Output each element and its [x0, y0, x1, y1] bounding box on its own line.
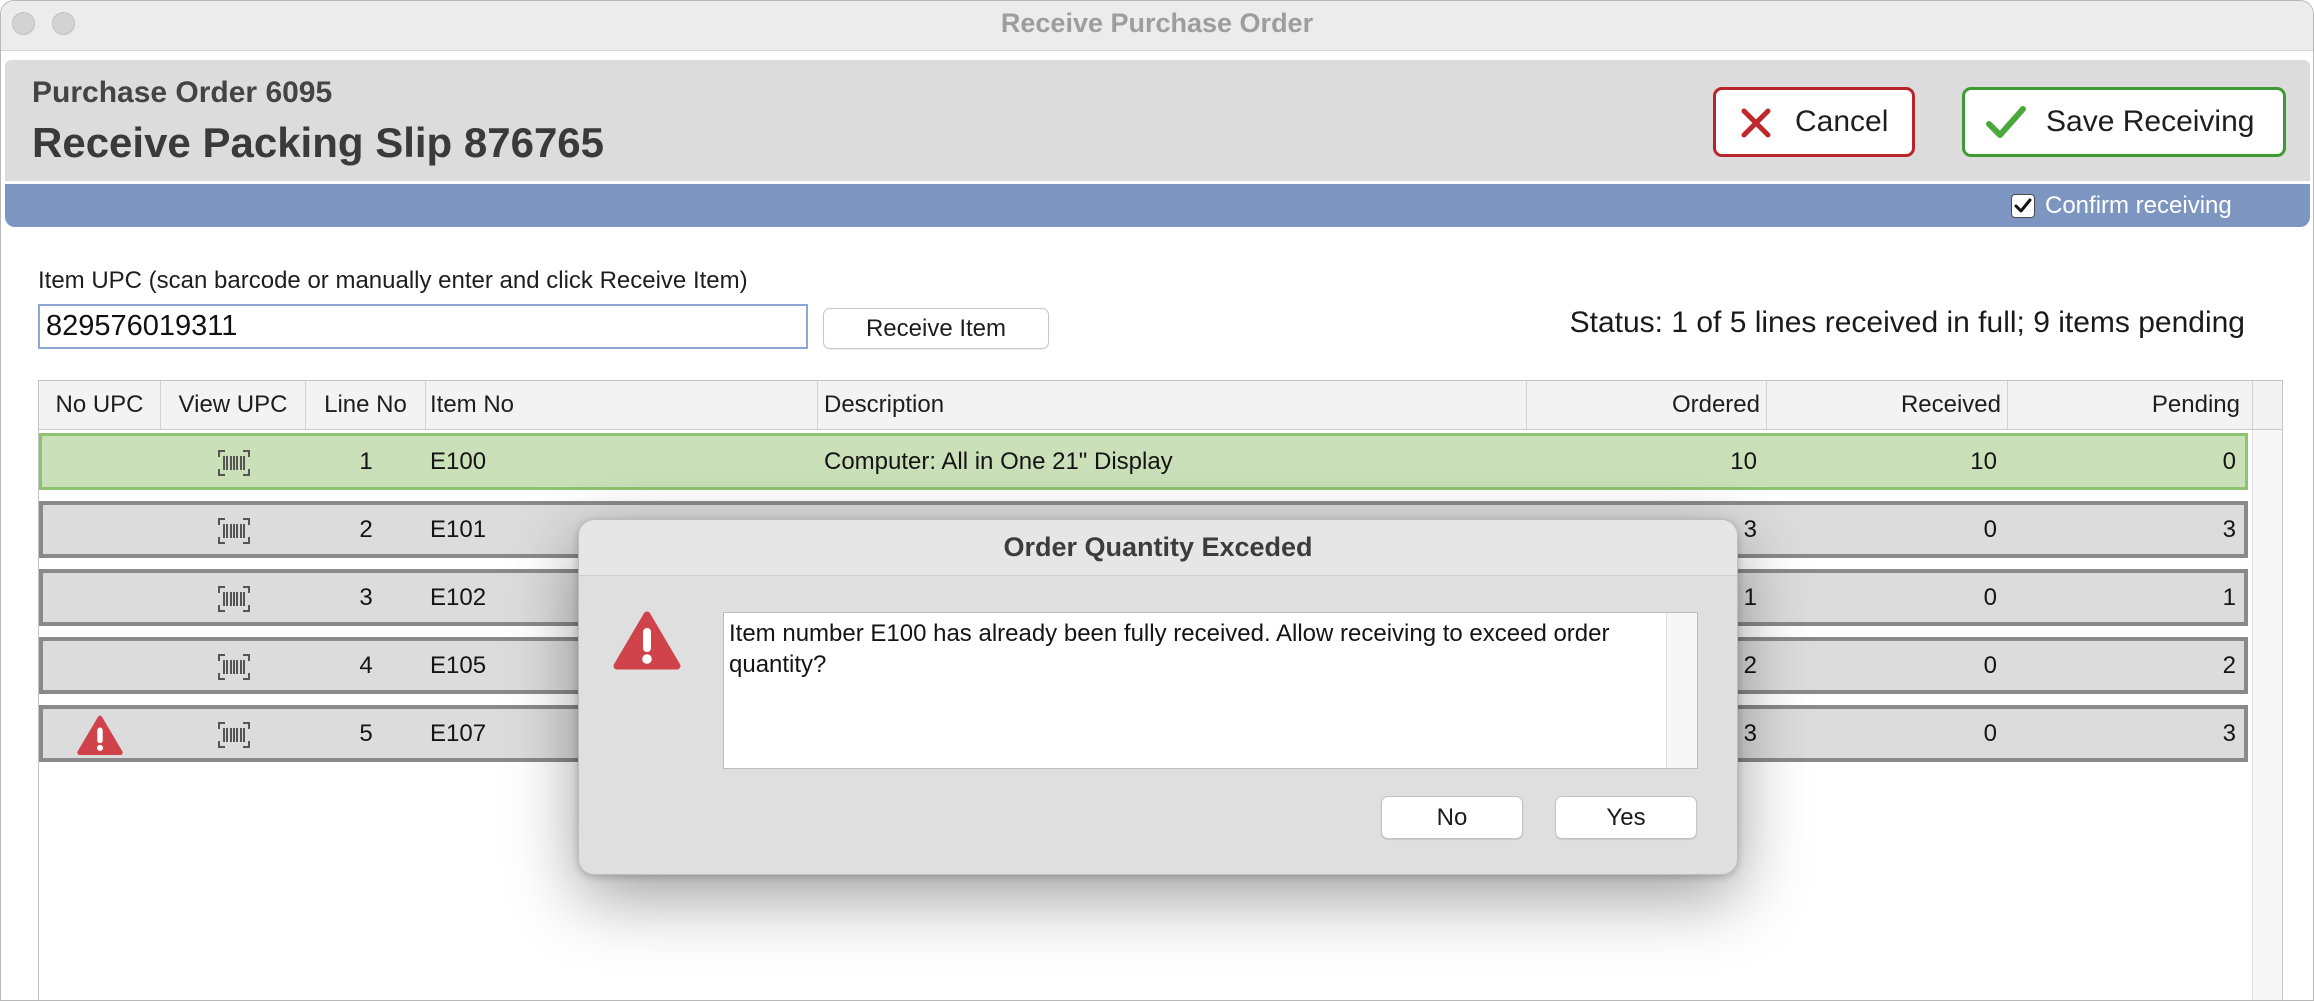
confirm-receiving-checkbox[interactable]: [2011, 194, 2035, 218]
yes-button[interactable]: Yes: [1555, 796, 1697, 839]
column-header-description[interactable]: Description: [818, 381, 1527, 429]
barcode-icon[interactable]: [217, 585, 250, 612]
no-button[interactable]: No: [1381, 796, 1523, 839]
window-titlebar: Receive Purchase Order: [1, 1, 2313, 51]
barcode-icon[interactable]: [217, 721, 250, 748]
view-upc-cell[interactable]: [161, 637, 306, 694]
item-upc-label: Item UPC (scan barcode or manually enter…: [38, 267, 748, 294]
line-no-cell: 5: [359, 720, 373, 747]
view-upc-cell[interactable]: [161, 569, 306, 626]
column-header-line-no[interactable]: Line No: [306, 381, 426, 429]
pending-cell: 3: [2222, 516, 2236, 543]
receiving-status: Status: 1 of 5 lines received in full; 9…: [1569, 306, 2245, 339]
no-upc-cell: [39, 705, 161, 762]
checkmark-icon: [1985, 103, 2027, 149]
received-cell: 0: [1983, 652, 1997, 679]
barcode-icon[interactable]: [217, 653, 250, 680]
purchase-order-number: Purchase Order 6095: [32, 76, 333, 109]
received-cell: 0: [1983, 584, 1997, 611]
dialog-message-scrollbar[interactable]: [1666, 613, 1697, 768]
table-row[interactable]: 1 E100 Computer: All in One 21" Display …: [39, 433, 2248, 490]
line-no-cell: 1: [359, 448, 373, 475]
warning-icon: [613, 609, 681, 671]
confirm-receiving-label[interactable]: Confirm receiving: [2045, 191, 2232, 221]
pending-cell: 3: [2222, 720, 2236, 747]
received-cell: 0: [1983, 516, 1997, 543]
barcode-icon[interactable]: [217, 517, 250, 544]
no-upc-cell: [39, 569, 161, 626]
column-header-no-upc[interactable]: No UPC: [39, 381, 161, 429]
header-panel: Purchase Order 6095 Receive Packing Slip…: [5, 60, 2310, 181]
description-cell: Computer: All in One 21" Display: [824, 448, 1173, 475]
order-quantity-exceeded-dialog: Order Quantity Exceded Item number E100 …: [578, 519, 1738, 875]
column-header-ordered[interactable]: Ordered: [1527, 381, 1767, 429]
dialog-message-box: Item number E100 has already been fully …: [723, 612, 1698, 769]
cancel-button[interactable]: Cancel: [1713, 87, 1915, 157]
page-title: Receive Packing Slip 876765: [32, 119, 605, 166]
item-upc-input[interactable]: [38, 304, 808, 349]
dialog-title: Order Quantity Exceded: [1003, 532, 1313, 562]
column-header-received[interactable]: Received: [1767, 381, 2008, 429]
options-bar: Confirm receiving: [5, 184, 2310, 227]
checkbox-check-icon: [2014, 198, 2032, 213]
barcode-icon[interactable]: [217, 449, 250, 476]
save-button-label: Save Receiving: [2046, 105, 2255, 138]
item-no-cell: E100: [430, 448, 487, 475]
column-header-pending[interactable]: Pending: [2008, 381, 2253, 429]
receive-item-button[interactable]: Receive Item: [823, 308, 1049, 349]
no-upc-cell: [39, 637, 161, 694]
line-no-cell: 3: [359, 584, 373, 611]
view-upc-cell[interactable]: [161, 433, 306, 490]
dialog-message: Item number E100 has already been fully …: [729, 620, 1610, 678]
pending-cell: 2: [2222, 652, 2236, 679]
received-cell: 10: [1970, 448, 1997, 475]
pending-cell: 0: [2222, 448, 2236, 475]
window-title: Receive Purchase Order: [1000, 8, 1314, 38]
pending-cell: 1: [2222, 584, 2236, 611]
ordered-cell: 10: [1730, 448, 1757, 475]
line-no-cell: 4: [359, 652, 373, 679]
dialog-titlebar: Order Quantity Exceded: [579, 520, 1737, 576]
view-upc-cell[interactable]: [161, 705, 306, 762]
table-header: No UPC View UPC Line No Item No Descript…: [39, 381, 2282, 430]
cancel-button-label: Cancel: [1795, 105, 1889, 138]
table-scrollbar[interactable]: [2252, 430, 2282, 1000]
receive-purchase-order-window: Receive Purchase Order Purchase Order 60…: [0, 0, 2314, 1001]
view-upc-cell[interactable]: [161, 501, 306, 558]
x-icon: [1739, 106, 1773, 148]
column-header-view-upc[interactable]: View UPC: [161, 381, 306, 429]
column-header-item-no[interactable]: Item No: [426, 381, 818, 429]
received-cell: 0: [1983, 720, 1997, 747]
line-no-cell: 2: [359, 516, 373, 543]
no-upc-cell: [39, 501, 161, 558]
save-receiving-button[interactable]: Save Receiving: [1962, 87, 2286, 157]
warning-icon[interactable]: [76, 714, 124, 756]
no-upc-cell: [39, 433, 161, 490]
